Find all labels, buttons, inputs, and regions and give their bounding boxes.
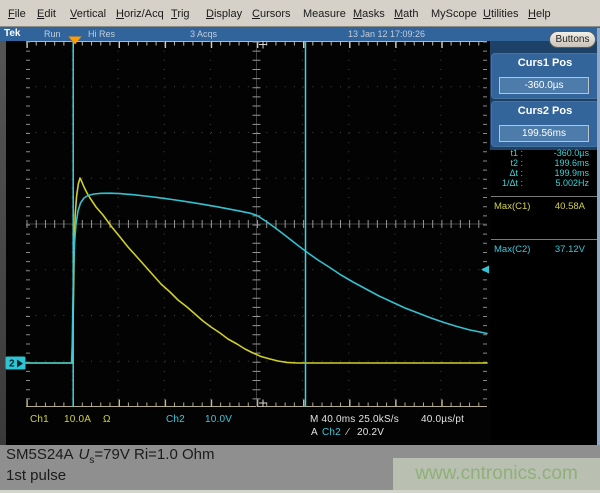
menu-file[interactable]: File	[8, 8, 26, 20]
ch2-scale: 10.0V	[205, 414, 232, 425]
menu-edit[interactable]: Edit	[37, 8, 56, 20]
watermark-text: www.cntronics.com	[415, 463, 578, 485]
menu-myscope[interactable]: MyScope	[431, 8, 477, 20]
ch1-label[interactable]: Ch1	[30, 414, 49, 425]
cursor2-panel-title: Curs2 Pos	[492, 105, 598, 117]
trigger-prefix: A	[311, 427, 318, 438]
ch2-label[interactable]: Ch2	[166, 414, 185, 425]
menu-utilities[interactable]: Utilities	[483, 8, 518, 20]
cursor-readout-dt: Δt : 199.9ms	[490, 168, 596, 178]
max-c2-measurement: Max(C2) 37.12V	[490, 244, 596, 255]
menu-bar: File Edit Vertical Horiz/Acq Trig Displa…	[0, 0, 600, 27]
ch1-coupling-icon: Ω	[103, 414, 111, 425]
buttons-button[interactable]: Buttons	[549, 31, 596, 48]
trigger-slope-icon: ∕	[347, 427, 349, 438]
caption-line1: SM5S24AUs=79V Ri=1.0 Ohm	[6, 446, 214, 466]
cursor1-panel-title: Curs1 Pos	[492, 57, 598, 69]
trigger-position-icon[interactable]	[69, 37, 82, 45]
menu-horiz-acq[interactable]: Horiz/Acq	[116, 8, 164, 20]
caption-line2: 1st pulse	[6, 467, 66, 484]
svg-text:2: 2	[9, 359, 15, 370]
cursor2-position-field[interactable]: 199.56ms	[499, 125, 589, 142]
menu-math[interactable]: Math	[394, 8, 418, 20]
max-c1-measurement: Max(C1) 40.58A	[490, 201, 596, 212]
trigger-level: 20.2V	[357, 427, 384, 438]
device-name: SM5S24A	[6, 446, 74, 463]
timebase-readout: M 40.0ms 25.0kS/s	[310, 414, 399, 425]
caption-area: SM5S24AUs=79V Ri=1.0 Ohm 1st pulse www.c…	[0, 445, 600, 493]
resolution-readout: 40.0µs/pt	[421, 414, 464, 425]
cursor1-position-field[interactable]: -360.0µs	[499, 77, 589, 94]
ch2-position-marker[interactable]: 2	[6, 357, 26, 370]
oscilloscope-app: File Edit Vertical Horiz/Acq Trig Displa…	[0, 0, 600, 493]
ch1-scale: 10.0A	[64, 414, 91, 425]
menu-trig[interactable]: Trig	[171, 8, 190, 20]
measurement-divider-2	[491, 239, 599, 240]
trigger-source: Ch2	[322, 427, 341, 438]
cursor-readout-t2: t2 : 199.6ms	[490, 158, 596, 168]
record-center-marker-bottom	[259, 400, 267, 408]
measurement-divider-1	[491, 196, 599, 197]
watermark-box: www.cntronics.com	[393, 458, 600, 490]
ch2-offscreen-arrow-icon	[481, 266, 489, 274]
sidebar-lower-background	[490, 150, 600, 445]
cursor-readout-t1: t1 : -360.0µs	[490, 148, 596, 158]
cursor-readout-inv-dt: 1/Δt : 5.002Hz	[490, 178, 596, 188]
menu-cursors[interactable]: Cursors	[252, 8, 291, 20]
menu-vertical[interactable]: Vertical	[70, 8, 106, 20]
graticule: 2	[0, 34, 492, 445]
menu-masks[interactable]: Masks	[353, 8, 385, 20]
menu-display[interactable]: Display	[206, 8, 242, 20]
menu-help[interactable]: Help	[528, 8, 551, 20]
menu-measure[interactable]: Measure	[303, 8, 346, 20]
